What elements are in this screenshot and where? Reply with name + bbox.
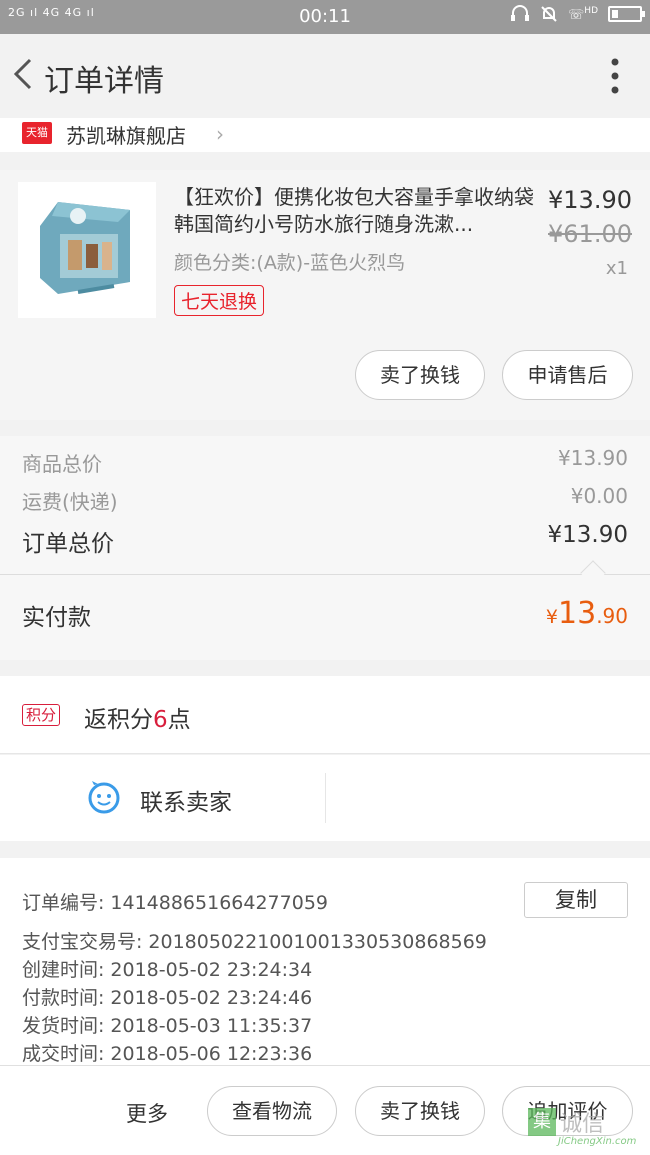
view-logistics-button[interactable]: 查看物流 <box>207 1086 337 1136</box>
mute-icon <box>541 6 557 22</box>
more-options-icon[interactable] <box>610 58 620 94</box>
more-button[interactable]: 更多 <box>126 1098 168 1128</box>
chat-face-icon <box>88 781 120 814</box>
paid-time-label: 付款时间: <box>22 987 105 1009</box>
closed-row: 成交时间: 2018-05-06 12:23:36 <box>22 1039 312 1066</box>
copy-button[interactable]: 复制 <box>524 882 628 918</box>
tmall-badge: 天猫 <box>22 122 52 144</box>
order-details: 订单编号: 141488651664277059 复制 支付宝交易号: 201805… <box>0 858 650 1068</box>
paid-currency: ¥ <box>545 606 558 628</box>
alipay-label: 支付宝交易号: <box>22 931 143 953</box>
contact-section: 联系卖家 <box>0 755 650 841</box>
seven-day-return-tag: 七天退换 <box>174 285 265 316</box>
points-suffix: 点 <box>167 707 191 733</box>
original-price: ¥61.00 <box>548 220 632 248</box>
points-row: 积分 返积分6点 <box>0 676 650 754</box>
order-total-label: 订单总价 <box>22 531 114 557</box>
order-number-row: 订单编号: 141488651664277059 <box>22 888 328 915</box>
price-summary: 商品总价 ¥13.90 运费(快递) ¥0.00 订单总价 ¥13.90 实付款… <box>0 436 650 660</box>
status-icons: ☏HD <box>510 5 645 23</box>
freight-label: 运费(快递) <box>22 490 118 514</box>
contact-seller-label[interactable]: 联系卖家 <box>140 783 232 817</box>
created-row: 创建时间: 2018-05-02 23:24:34 <box>22 955 312 982</box>
battery-icon <box>608 6 645 22</box>
closed-value: 2018-05-06 12:23:36 <box>110 1043 313 1065</box>
product-spec: 颜色分类:(A款)-蓝色火烈鸟 <box>174 252 406 274</box>
shipped-row: 发货时间: 2018-05-03 11:35:37 <box>22 1011 312 1038</box>
watermark-text: 诚信 <box>560 1112 605 1137</box>
status-bar: 2G ıl 4G 4G ıl 00:11 ☏HD <box>0 0 650 34</box>
created-label: 创建时间: <box>22 959 105 981</box>
headset-icon <box>511 5 530 21</box>
caret-up-icon <box>580 560 606 586</box>
points-prefix: 返积分 <box>84 707 153 733</box>
freight-value: ¥0.00 <box>570 484 628 508</box>
sell-button-bottom[interactable]: 卖了换钱 <box>355 1086 485 1136</box>
nav-bar: 订单详情 <box>0 34 650 118</box>
site-watermark: 集 诚信 JiChengXin.com <box>528 1106 648 1154</box>
sell-button[interactable]: 卖了换钱 <box>355 350 485 400</box>
hd-label: HD <box>584 5 598 16</box>
product-title[interactable]: 【狂欢价】便携化妆包大容量手拿收纳袋韩国简约小号防水旅行随身洗漱... <box>174 184 534 238</box>
shop-name[interactable]: 苏凯琳旗舰店 <box>66 120 186 149</box>
created-value: 2018-05-02 23:24:34 <box>110 959 313 981</box>
after-sales-button[interactable]: 申请售后 <box>502 350 633 400</box>
paid-decimal: .90 <box>596 604 628 628</box>
current-price: ¥13.90 <box>548 186 632 214</box>
order-item[interactable]: 【狂欢价】便携化妆包大容量手拿收纳袋韩国简约小号防水旅行随身洗漱... 颜色分类… <box>0 170 650 420</box>
chevron-right-icon: › <box>216 122 224 146</box>
actual-paid-value: ¥13.90 <box>546 596 628 631</box>
closed-label: 成交时间: <box>22 1043 105 1065</box>
divider <box>325 773 326 823</box>
watermark-logo: 集 <box>528 1108 556 1136</box>
shipped-label: 发货时间: <box>22 1015 105 1037</box>
points-text: 返积分6点 <box>84 700 191 734</box>
divider <box>0 574 650 575</box>
shop-header[interactable]: 天猫 苏凯琳旗舰店 › <box>0 118 650 152</box>
watermark-sub: JiChengXin.com <box>558 1136 637 1147</box>
alipay-value: 2018050221001001330530868569 <box>148 931 487 953</box>
order-number-value: 141488651664277059 <box>110 892 328 914</box>
quantity: x1 <box>605 258 628 279</box>
shipped-value: 2018-05-03 11:35:37 <box>110 1015 313 1037</box>
points-badge: 积分 <box>22 704 61 726</box>
back-arrow-icon[interactable] <box>10 54 36 94</box>
actual-paid-label: 实付款 <box>22 605 91 631</box>
paid-integer: 13 <box>558 596 597 631</box>
product-thumbnail[interactable] <box>18 182 156 318</box>
page-title: 订单详情 <box>44 64 164 99</box>
paid-time-value: 2018-05-02 23:24:46 <box>110 987 313 1009</box>
points-number: 6 <box>153 707 168 733</box>
order-total-value: ¥13.90 <box>547 522 628 548</box>
alipay-row: 支付宝交易号: 2018050221001001330530868569 <box>22 927 487 954</box>
paid-row: 付款时间: 2018-05-02 23:24:46 <box>22 983 312 1010</box>
hd-call-icon: ☏HD <box>568 5 598 23</box>
goods-total-value: ¥13.90 <box>558 446 628 470</box>
order-number-label: 订单编号: <box>22 892 105 914</box>
goods-total-label: 商品总价 <box>22 452 102 476</box>
cosmetic-bag-image <box>18 182 156 318</box>
bottom-action-bar: 更多 查看物流 卖了换钱 追加评价 集 诚信 JiChengXin.com <box>0 1065 650 1155</box>
